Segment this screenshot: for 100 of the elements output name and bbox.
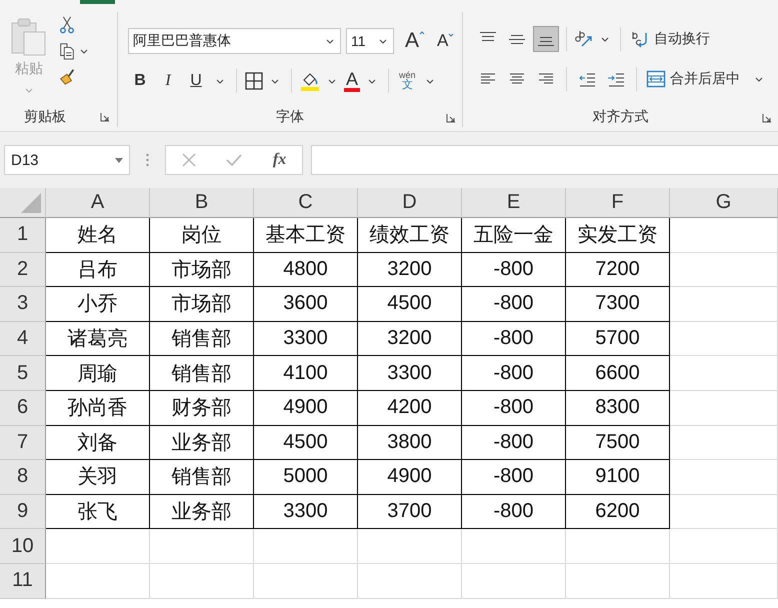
table-cell: 9100 <box>566 460 670 495</box>
row-header[interactable]: 5 <box>0 356 46 391</box>
table-cell: 业务部 <box>150 426 254 460</box>
table-cell: 4900 <box>358 460 462 495</box>
table-cell: 6600 <box>566 356 670 391</box>
align-lines-icon <box>480 32 496 41</box>
caret-up-icon <box>419 31 426 35</box>
formula-input[interactable] <box>311 145 778 175</box>
font-style-button[interactable]: U <box>184 70 208 92</box>
table-cell: -800 <box>462 356 566 391</box>
row-header[interactable]: 10 <box>0 529 46 564</box>
table-cell: 销售部 <box>150 356 254 391</box>
merge-center-button[interactable]: 合并后居中 <box>644 67 742 91</box>
table-cell: 3300 <box>254 494 358 530</box>
font-style-button[interactable]: B <box>128 70 152 92</box>
caret-down-icon <box>448 33 454 37</box>
table-cell: 3300 <box>358 356 462 391</box>
name-box[interactable]: D13 <box>4 145 130 175</box>
grip-icon <box>146 153 149 167</box>
chevron-down-icon[interactable] <box>328 78 336 84</box>
row-header[interactable]: 9 <box>0 494 46 530</box>
column-header[interactable]: C <box>254 188 358 218</box>
font-name-dropdown[interactable]: 阿里巴巴普惠体 <box>128 28 341 54</box>
table-cell: 3200 <box>358 252 462 288</box>
chevron-down-icon[interactable] <box>601 36 609 42</box>
row-header[interactable]: 11 <box>0 564 46 599</box>
chevron-down-icon[interactable] <box>755 76 763 82</box>
clipboard-icon[interactable] <box>11 18 47 56</box>
row-header[interactable]: 2 <box>0 252 46 288</box>
table-cell: 5000 <box>254 460 358 495</box>
table-cell: 小乔 <box>46 287 150 322</box>
column-header[interactable]: G <box>670 188 778 218</box>
font-style-button[interactable]: I <box>156 70 180 92</box>
table-cell: 销售部 <box>150 460 254 495</box>
dropdown-arrow-icon[interactable] <box>115 158 123 162</box>
chevron-down-icon[interactable] <box>368 78 376 84</box>
increase-font-size-button[interactable]: A <box>402 27 428 55</box>
font-size-dropdown[interactable]: 11 <box>346 28 394 54</box>
row-header[interactable]: 1 <box>0 218 46 253</box>
phonetic-guide-button[interactable]: wén 文 <box>397 71 418 91</box>
row-header[interactable]: 3 <box>0 287 46 322</box>
table-cell: 3600 <box>254 287 358 322</box>
table-cell: 6200 <box>566 494 670 530</box>
dialog-launcher-icon[interactable] <box>446 113 456 123</box>
scissors-icon[interactable] <box>58 16 76 34</box>
table-cell: 基本工资 <box>254 218 358 253</box>
table-cell: 刘备 <box>46 426 150 460</box>
table-cell: -800 <box>462 390 566 426</box>
table-cell: 关羽 <box>46 460 150 495</box>
chevron-down-icon[interactable] <box>426 78 434 84</box>
table-cell: 财务部 <box>150 390 254 426</box>
table-cell: 吕布 <box>46 252 150 288</box>
table-cell: -800 <box>462 287 566 322</box>
insert-function-button[interactable]: fx <box>270 151 288 169</box>
row-header[interactable]: 4 <box>0 322 46 356</box>
chevron-down-icon[interactable] <box>379 38 387 44</box>
row-header[interactable]: 7 <box>0 426 46 460</box>
table-cell: 诸葛亮 <box>46 322 150 356</box>
table-cell: 销售部 <box>150 322 254 356</box>
table-cell: 4100 <box>254 356 358 391</box>
table-cell: 4800 <box>254 252 358 288</box>
fill-color-icon[interactable] <box>300 71 320 91</box>
table-cell: 4500 <box>254 426 358 460</box>
table-cell: 4200 <box>358 390 462 426</box>
dialog-launcher-icon[interactable] <box>100 112 110 122</box>
table-cell: 7200 <box>566 252 670 288</box>
table-cell: 实发工资 <box>566 218 670 253</box>
table-cell: 五险一金 <box>462 218 566 253</box>
column-header[interactable]: D <box>358 188 462 218</box>
table-cell: 市场部 <box>150 287 254 322</box>
column-header[interactable]: A <box>46 188 150 218</box>
chevron-down-icon[interactable] <box>326 38 334 44</box>
decrease-font-size-button[interactable]: A <box>434 29 458 53</box>
table-cell: 3300 <box>254 322 358 356</box>
wrap-text-button[interactable]: 自动换行 <box>628 27 712 51</box>
chevron-down-icon[interactable] <box>80 48 88 54</box>
table-cell: -800 <box>462 322 566 356</box>
dialog-launcher-icon[interactable] <box>762 113 772 123</box>
column-header[interactable]: F <box>566 188 670 218</box>
chevron-down-icon[interactable] <box>271 78 279 84</box>
group-label: 剪贴板 <box>24 108 66 126</box>
chevron-down-icon[interactable] <box>216 78 224 84</box>
table-cell: 岗位 <box>150 218 254 253</box>
row-header[interactable]: 8 <box>0 460 46 495</box>
table-cell: 业务部 <box>150 494 254 530</box>
align-lines-icon <box>509 34 525 44</box>
text-orientation-icon[interactable] <box>574 29 594 49</box>
copy-icon[interactable] <box>58 42 76 60</box>
vertical-align-button[interactable] <box>533 26 559 52</box>
table-cell: 周瑜 <box>46 356 150 391</box>
merge-cells-icon <box>646 69 666 89</box>
font-color-button[interactable]: A <box>344 70 360 92</box>
paintbrush-icon[interactable] <box>58 68 76 86</box>
table-cell: -800 <box>462 460 566 495</box>
table-cell: 7300 <box>566 287 670 322</box>
column-header[interactable]: B <box>150 188 254 218</box>
table-cell: 绩效工资 <box>358 218 462 253</box>
column-header[interactable]: E <box>462 188 566 218</box>
borders-icon[interactable] <box>245 72 263 90</box>
row-header[interactable]: 6 <box>0 390 46 426</box>
